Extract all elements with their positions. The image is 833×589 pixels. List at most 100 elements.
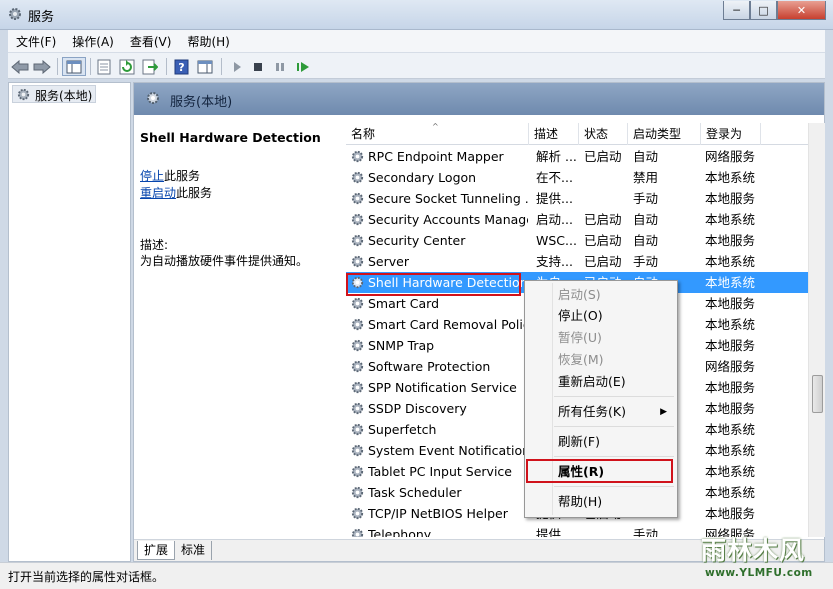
cell-name: Task Scheduler [368,485,462,500]
properties-toolbar-button[interactable] [94,57,114,76]
column-header-status[interactable]: 状态 [579,123,628,145]
cell-status: 已启动 [584,149,622,164]
cell-startup: 自动 [633,233,659,248]
cell-logon: 本地系统 [705,485,756,500]
export-list-button[interactable] [140,57,160,76]
cell-logon: 本地系统 [705,170,756,185]
stop-service-link[interactable]: 停止 [140,169,164,183]
back-button[interactable] [10,57,30,76]
cell-startup: 手动 [633,527,659,537]
menu-item-help[interactable]: 帮助(H) [527,491,675,513]
cell-desc: 提供... [536,191,573,206]
cell-logon: 本地系统 [705,464,756,479]
cell-name: SNMP Trap [368,338,435,353]
forward-arrow-icon [33,59,51,74]
column-header-name[interactable]: 名称 ^ [346,122,529,145]
document-icon [97,59,111,74]
cell-name: Software Protection [368,359,491,374]
minimize-button[interactable]: ─ [723,1,750,20]
help-toolbar-button[interactable]: ? [171,57,191,76]
back-arrow-icon [11,59,29,74]
table-row[interactable]: Security Center WSC... 已启动 自动 本地服务 [346,230,808,251]
cell-status: 已启动 [584,212,622,227]
restart-service-link[interactable]: 重启动 [140,186,176,200]
service-gear-icon [351,339,364,352]
cell-name: Telephony [368,527,432,537]
refresh-toolbar-button[interactable] [117,57,137,76]
menu-file[interactable]: 文件(F) [8,33,64,50]
cell-name: System Event Notification... [368,443,528,458]
highlight-box-selected-service [346,273,521,296]
cell-logon: 本地服务 [705,191,756,206]
menu-item-all-tasks[interactable]: 所有任务(K) ▶ [527,401,675,423]
table-row[interactable]: RPC Endpoint Mapper 解析 ... 已启动 自动 网络服务 [346,146,808,167]
tab-standard[interactable]: 标准 [175,541,213,560]
stop-service-suffix: 此服务 [164,169,201,183]
cell-logon: 本地服务 [705,338,756,353]
table-row[interactable]: Server 支持... 已启动 手动 本地系统 [346,251,808,272]
menu-action[interactable]: 操作(A) [64,33,122,50]
maximize-icon: □ [758,3,769,17]
cell-logon: 本地服务 [705,233,756,248]
forward-button[interactable] [32,57,52,76]
stop-service-button[interactable] [248,57,268,76]
refresh-icon [119,59,135,74]
menu-item-start[interactable]: 启动(S) [527,284,675,306]
menu-item-refresh[interactable]: 刷新(F) [527,431,675,453]
cell-desc: 启动... [536,212,573,227]
cell-name: Superfetch [368,422,437,437]
cell-startup: 自动 [633,212,659,227]
services-gear-icon [147,92,159,104]
stop-service-line: 停止此服务 [140,167,200,184]
title-bar: 服务 ─ □ ✕ [0,0,833,30]
table-row[interactable]: Security Accounts Manager 启动... 已启动 自动 本地系统 [346,209,808,230]
restart-service-line: 重启动此服务 [140,184,212,201]
restart-service-button[interactable] [293,57,313,76]
service-gear-icon [351,234,364,247]
table-row[interactable]: Secondary Logon 在不... 禁用 本地系统 [346,167,808,188]
services-pane: 服务(本地) Shell Hardware Detection 停止此服务 重启… [133,82,825,562]
column-header-startup-type[interactable]: 启动类型 [628,123,701,145]
service-gear-icon [351,318,364,331]
status-text: 打开当前选择的属性对话框。 [8,570,165,584]
start-service-button[interactable] [227,57,247,76]
selected-service-name: Shell Hardware Detection [140,130,321,145]
tree-item-services-local[interactable]: 服务(本地) [12,85,97,103]
cell-desc: 解析 ... [536,149,577,164]
cell-logon: 网络服务 [705,359,756,374]
menu-help[interactable]: 帮助(H) [179,33,237,50]
menu-item-resume[interactable]: 恢复(M) [527,349,675,371]
service-gear-icon [351,297,364,310]
cell-status: 已启动 [584,254,622,269]
service-description-panel: Shell Hardware Detection 停止此服务 重启动此服务 描述… [134,115,344,535]
show-hide-console-tree-button[interactable] [62,57,86,76]
service-gear-icon [351,402,364,415]
menu-item-stop[interactable]: 停止(O) [527,305,675,327]
cell-name: Secondary Logon [368,170,477,185]
menu-item-restart[interactable]: 重新启动(E) [527,371,675,393]
action-pane-button[interactable] [195,57,215,76]
tab-extended[interactable]: 扩展 [137,541,176,560]
column-header-description[interactable]: 描述 [529,123,579,145]
pause-icon [276,62,284,71]
menu-item-pause[interactable]: 暂停(U) [527,327,675,349]
services-gear-icon [9,8,21,20]
column-header-logon-as[interactable]: 登录为 [701,123,761,145]
cell-name: Smart Card [368,296,440,311]
maximize-button[interactable]: □ [750,1,777,20]
export-icon [142,59,158,74]
service-gear-icon [351,444,364,457]
pause-service-button[interactable] [270,57,290,76]
stop-icon [254,62,262,71]
cell-name: Security Accounts Manager [368,212,528,227]
menu-view[interactable]: 查看(V) [122,33,180,50]
console-tree-icon [66,60,82,73]
vertical-scrollbar[interactable] [808,123,825,537]
table-row[interactable]: Secure Socket Tunneling ... 提供... 手动 本地服务 [346,188,808,209]
cell-name: Secure Socket Tunneling ... [368,191,528,206]
cell-desc: 提供... [536,527,573,537]
close-button[interactable]: ✕ [777,1,826,20]
cell-name: Server [368,254,409,269]
cell-desc: WSC... [536,233,577,248]
scrollbar-thumb[interactable] [812,375,823,413]
